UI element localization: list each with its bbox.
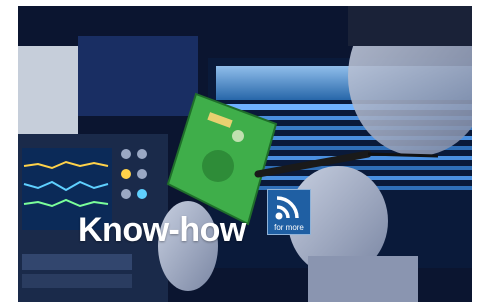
- lab-photo: [18, 6, 472, 302]
- headline: Know-how: [78, 211, 246, 249]
- for-more-button[interactable]: for more: [267, 189, 311, 235]
- for-more-label: for more: [274, 223, 304, 232]
- know-how-banner[interactable]: Know-how for more: [18, 6, 472, 302]
